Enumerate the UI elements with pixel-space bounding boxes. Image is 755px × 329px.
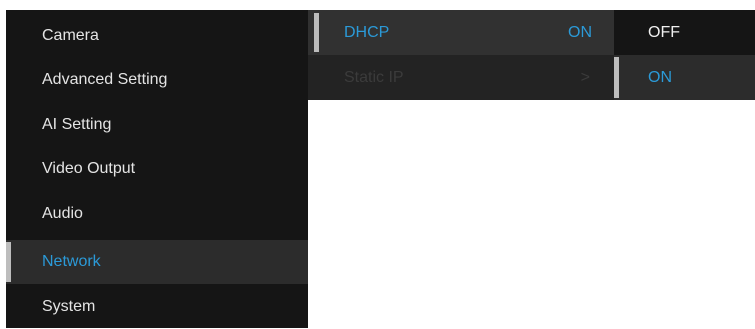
dhcp-value: ON bbox=[568, 24, 592, 41]
menu-item-label: Video Output bbox=[42, 160, 136, 177]
selection-indicator bbox=[6, 242, 11, 282]
network-submenu: DHCP ON Static IP > bbox=[308, 10, 614, 100]
menu-item-ai-setting[interactable]: AI Setting bbox=[6, 103, 308, 147]
menu-item-label: System bbox=[42, 298, 96, 315]
menu-item-label: Camera bbox=[42, 27, 99, 44]
selection-indicator bbox=[314, 13, 319, 52]
chevron-right-icon: > bbox=[580, 69, 590, 86]
submenu-item-label: Static IP bbox=[344, 69, 404, 86]
dhcp-options: OFF ON bbox=[614, 10, 755, 100]
menu-item-label: AI Setting bbox=[42, 116, 112, 133]
menu-item-camera[interactable]: Camera bbox=[6, 14, 308, 58]
osd-menu: Camera Advanced Setting AI Setting Video… bbox=[0, 0, 755, 329]
menu-item-label: Network bbox=[42, 253, 101, 270]
option-on[interactable]: ON bbox=[614, 55, 755, 100]
option-label: OFF bbox=[648, 24, 680, 41]
menu-item-label: Advanced Setting bbox=[42, 71, 168, 88]
main-menu: Camera Advanced Setting AI Setting Video… bbox=[6, 10, 308, 328]
menu-item-advanced-setting[interactable]: Advanced Setting bbox=[6, 58, 308, 102]
menu-item-label: Audio bbox=[42, 205, 83, 222]
submenu-item-static-ip[interactable]: Static IP > bbox=[308, 55, 614, 100]
menu-item-audio[interactable]: Audio bbox=[6, 192, 308, 236]
option-off[interactable]: OFF bbox=[614, 10, 755, 55]
selection-indicator bbox=[614, 57, 619, 98]
option-label: ON bbox=[648, 69, 672, 86]
menu-item-video-output[interactable]: Video Output bbox=[6, 147, 308, 191]
submenu-item-dhcp[interactable]: DHCP ON bbox=[308, 10, 614, 55]
menu-item-system[interactable]: System bbox=[6, 285, 308, 329]
submenu-item-label: DHCP bbox=[344, 24, 390, 41]
menu-item-network[interactable]: Network bbox=[6, 240, 308, 284]
